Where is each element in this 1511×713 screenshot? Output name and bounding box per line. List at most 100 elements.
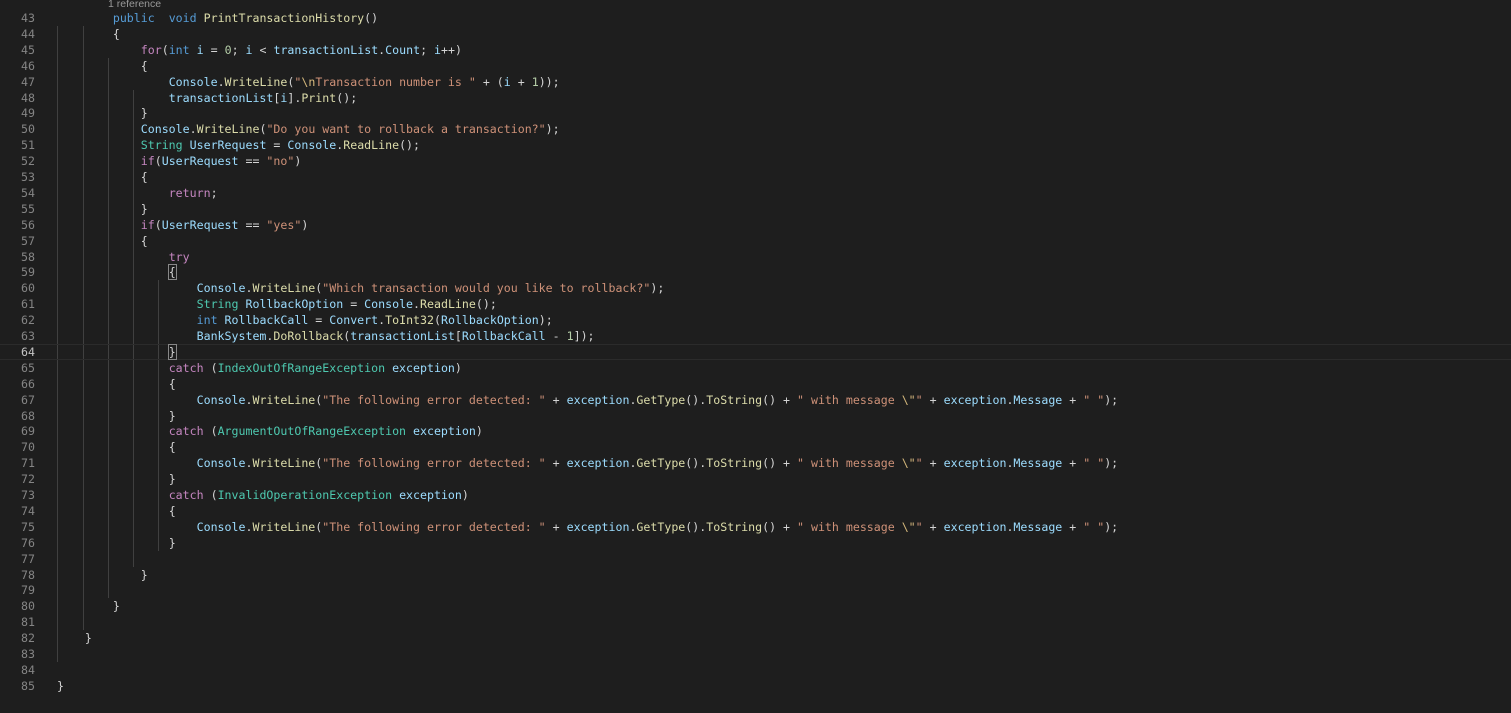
code-line[interactable]: 51 String UserRequest = Console.ReadLine… (0, 137, 1511, 153)
line-number: 51 (21, 138, 35, 153)
line-number: 67 (21, 392, 35, 407)
code-token: { (168, 376, 176, 391)
code-line[interactable]: 67 Console.WriteLine("The following erro… (0, 392, 1511, 408)
code-line[interactable]: 53 { (0, 169, 1511, 185)
code-line[interactable]: 57 { (0, 233, 1511, 249)
code-line[interactable]: 78 } (0, 567, 1511, 583)
code-line[interactable]: 45 for(int i = 0; i < transactionList.Co… (0, 42, 1511, 58)
indentation (57, 631, 85, 645)
line-number: 75 (21, 519, 35, 534)
code-token: ( (203, 360, 218, 375)
line-number: 82 (21, 631, 35, 646)
code-line[interactable]: 64 } (0, 343, 1511, 360)
indentation (57, 154, 141, 168)
code-line[interactable]: 43 public void PrintTransactionHistory() (0, 10, 1511, 26)
code-line[interactable]: 59 { (0, 264, 1511, 281)
line-number: 66 (21, 376, 35, 391)
code-line[interactable]: 47 Console.WriteLine("\nTransaction numb… (0, 74, 1511, 90)
code-line[interactable]: 75 Console.WriteLine("The following erro… (0, 519, 1511, 535)
code-line[interactable]: 48 transactionList[i].Print(); (0, 90, 1511, 106)
code-token: ReadLine (343, 138, 400, 153)
code-token: i (434, 42, 442, 57)
code-line[interactable]: 62 int RollbackCall = Convert.ToInt32(Ro… (0, 312, 1511, 328)
code-line[interactable]: 73 catch (InvalidOperationException exce… (0, 487, 1511, 503)
code-editor[interactable]: 1 reference 43 public void PrintTransact… (0, 0, 1511, 713)
code-line[interactable]: 82 } (0, 630, 1511, 646)
code-token: ); (650, 281, 665, 296)
code-line[interactable]: 71 Console.WriteLine("The following erro… (0, 455, 1511, 471)
code-line[interactable]: 79 (0, 582, 1511, 598)
line-number: 80 (21, 599, 35, 614)
code-token: + (510, 74, 532, 89)
code-line[interactable]: 55 } (0, 201, 1511, 217)
code-line[interactable]: 77 (0, 551, 1511, 567)
code-line[interactable]: 58 try (0, 249, 1511, 265)
code-line[interactable]: 84 (0, 662, 1511, 678)
code-token: Print (301, 90, 337, 105)
line-number: 71 (21, 456, 35, 471)
indentation (57, 138, 141, 152)
indentation (57, 424, 169, 438)
line-number: 52 (21, 154, 35, 169)
code-line[interactable]: 46 { (0, 58, 1511, 74)
code-line[interactable]: 63 BankSystem.DoRollback(transactionList… (0, 328, 1511, 344)
code-token: } (57, 678, 64, 693)
code-line[interactable]: 80 } (0, 598, 1511, 614)
code-text: BankSystem.DoRollback(transactionList[Ro… (57, 328, 595, 344)
code-line[interactable]: 66 { (0, 376, 1511, 392)
code-line[interactable]: 54 return; (0, 185, 1511, 201)
code-token: 1 (531, 74, 539, 89)
indentation (57, 568, 141, 582)
code-line[interactable]: 83 (0, 646, 1511, 662)
code-line[interactable]: 50 Console.WriteLine("Do you want to rol… (0, 121, 1511, 137)
code-token: ) (294, 154, 302, 169)
code-line[interactable]: 52 if(UserRequest == "no") (0, 153, 1511, 169)
code-token: WriteLine (196, 122, 260, 137)
code-line[interactable]: 70 { (0, 439, 1511, 455)
code-token: + (1062, 456, 1084, 471)
line-number: 79 (21, 583, 35, 598)
code-token: WriteLine (252, 392, 316, 407)
code-line[interactable]: 56 if(UserRequest == "yes") (0, 217, 1511, 233)
code-line[interactable]: 72 } (0, 471, 1511, 487)
code-line[interactable]: 49 } (0, 105, 1511, 121)
code-token: (); (475, 297, 497, 312)
code-line[interactable]: 44 { (0, 26, 1511, 42)
code-line[interactable]: 65 catch (IndexOutOfRangeException excep… (0, 360, 1511, 376)
code-token: . (189, 122, 197, 137)
indentation (57, 599, 113, 613)
line-number: 53 (21, 170, 35, 184)
code-token: Message (1013, 456, 1063, 471)
indentation (57, 393, 197, 407)
code-line[interactable]: 76 } (0, 535, 1511, 551)
code-token: "yes" (266, 217, 302, 232)
code-line[interactable]: 61 String RollbackOption = Console.ReadL… (0, 296, 1511, 312)
code-text: { (57, 439, 176, 455)
code-token: ); (1104, 519, 1119, 534)
code-token: + (545, 456, 567, 471)
line-number: 63 (21, 329, 35, 343)
code-text: catch (IndexOutOfRangeException exceptio… (57, 360, 462, 376)
code-token: ToInt32 (385, 313, 434, 328)
code-token: [ (454, 329, 462, 343)
line-number: 59 (21, 265, 35, 280)
code-text: Console.WriteLine("Which transaction wou… (57, 280, 665, 296)
code-line[interactable]: 85} (0, 678, 1511, 694)
code-line[interactable]: 68 } (0, 408, 1511, 424)
code-token: + (922, 519, 944, 534)
code-line[interactable]: 60 Console.WriteLine("Which transaction … (0, 280, 1511, 296)
indentation (57, 440, 169, 454)
code-token: RollbackOption (440, 313, 539, 328)
code-line[interactable]: 81 (0, 614, 1511, 630)
code-token: + ( (475, 74, 504, 89)
code-token: Console (140, 122, 190, 137)
code-token: < (252, 42, 274, 57)
code-line[interactable]: 69 catch (ArgumentOutOfRangeException ex… (0, 423, 1511, 439)
indentation (57, 75, 169, 89)
code-token: "The following error detected: " (322, 519, 546, 534)
code-line[interactable]: 74 { (0, 503, 1511, 519)
code-token: ( (203, 488, 218, 502)
code-token: () (364, 11, 379, 25)
